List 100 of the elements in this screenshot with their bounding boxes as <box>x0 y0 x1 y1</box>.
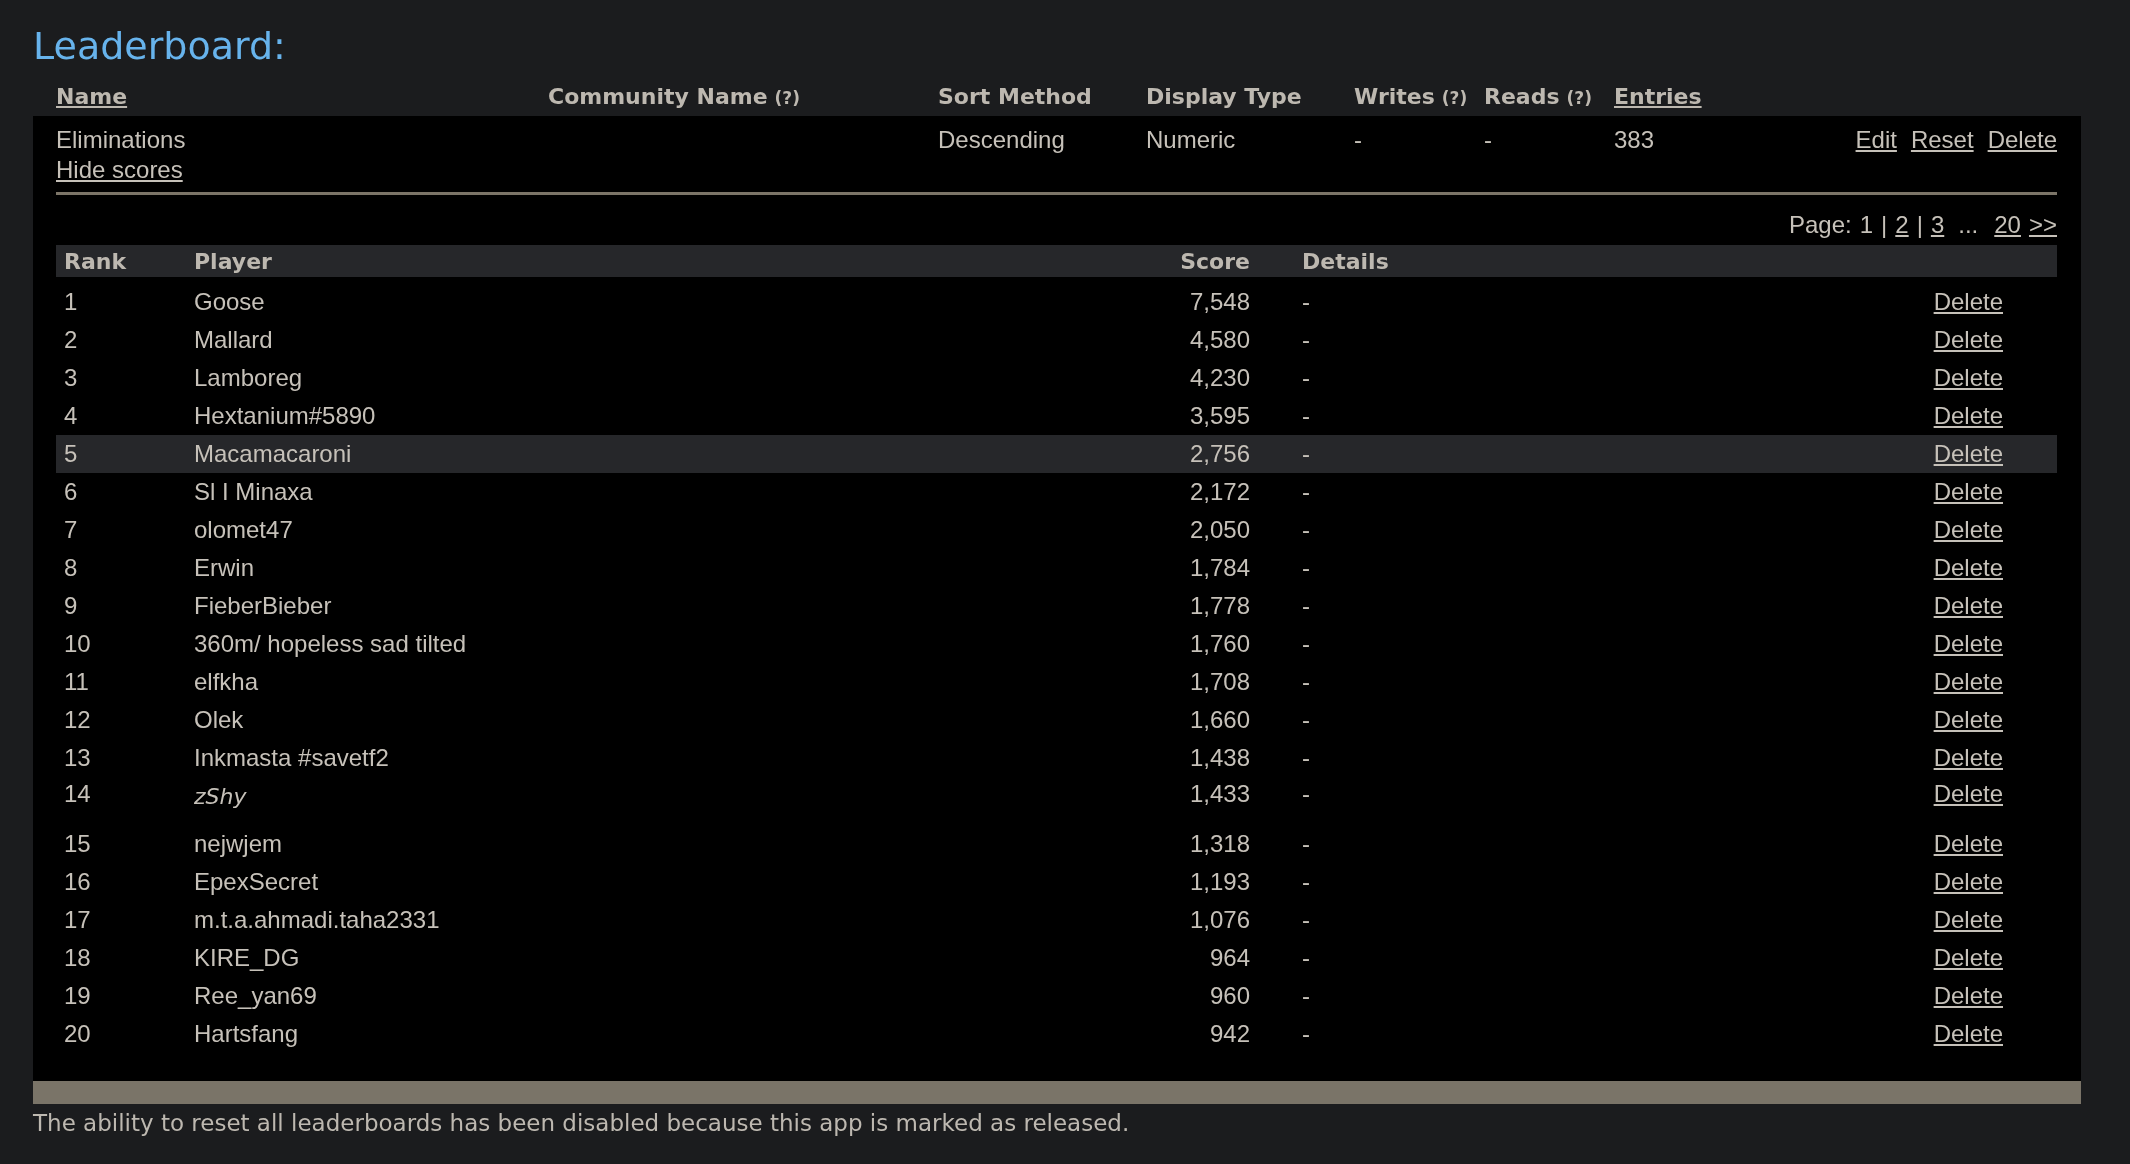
delete-score-link[interactable]: Delete <box>1933 440 2003 468</box>
delete-score-link[interactable]: Delete <box>1933 478 2003 506</box>
player-cell-text: m.t.a.ahmadi.taha2331 <box>194 906 441 934</box>
rank-cell-text: 7 <box>64 516 79 544</box>
page-label: Page: <box>1789 211 1852 239</box>
leaderboard-action-link[interactable]: Reset <box>1910 126 1974 154</box>
score-cell-text: 2,756 <box>1188 440 1250 468</box>
rank-cell-text: 17 <box>64 906 92 934</box>
help-link[interactable]: (?) <box>1566 87 1592 108</box>
details-cell-text: - <box>1302 830 1311 858</box>
player-cell-text: Inkmasta #savetf2 <box>194 744 390 772</box>
player-cell-text: FieberBieber <box>194 592 333 620</box>
player-cell-text: zShy <box>194 784 248 809</box>
rank-cell-text: 2 <box>64 326 79 354</box>
page-link[interactable]: 3 <box>1930 211 1945 239</box>
score-cell-text: 2,050 <box>1188 516 1250 544</box>
rank-cell-text: 20 <box>64 1020 92 1048</box>
score-cell-text: 1,076 <box>1188 906 1250 934</box>
details-cell-text: - <box>1302 668 1311 696</box>
leaderboard-action-link[interactable]: Delete <box>1987 126 2057 154</box>
entries-value: 383 <box>1614 126 1655 154</box>
details-cell-text: - <box>1302 592 1311 620</box>
delete-score-link[interactable]: Delete <box>1933 780 2003 808</box>
score-cell-text: 1,660 <box>1188 706 1250 734</box>
rank-cell-text: 5 <box>64 440 79 468</box>
details-cell-text: - <box>1302 706 1311 734</box>
delete-score-link[interactable]: Delete <box>1933 516 2003 544</box>
details-cell-text: - <box>1302 944 1311 972</box>
score-cell-text: 1,193 <box>1188 868 1250 896</box>
leaderboard-action-link[interactable]: Edit <box>1855 126 1897 154</box>
delete-score-link[interactable]: Delete <box>1933 326 2003 354</box>
details-cell-text: - <box>1302 906 1311 934</box>
delete-score-link[interactable]: Delete <box>1933 706 2003 734</box>
details-cell-text: - <box>1302 982 1311 1010</box>
player-cell-text: 360m/ hopeless sad tilted <box>194 630 468 658</box>
details-cell-text: - <box>1302 630 1311 658</box>
delete-score-link[interactable]: Delete <box>1933 554 2003 582</box>
score-cell-text: 1,778 <box>1188 592 1250 620</box>
column-sort-link[interactable]: Entries <box>1614 83 1702 109</box>
delete-score-link[interactable]: Delete <box>1933 906 2003 934</box>
delete-score-link[interactable]: Delete <box>1933 288 2003 316</box>
details-cell-text: - <box>1302 868 1311 896</box>
details-cell-text: - <box>1302 780 1311 808</box>
sort-method-value: Descending <box>938 126 1065 154</box>
last-page-link[interactable]: 20 <box>1994 211 2021 239</box>
details-cell-text: - <box>1302 326 1311 354</box>
score-cell-text: 4,230 <box>1188 364 1250 392</box>
help-link[interactable]: (?) <box>1441 87 1468 108</box>
column-header: Community Name <box>548 83 768 109</box>
player-cell-text: Macamacaroni <box>194 440 353 468</box>
page-link[interactable]: 2 <box>1895 211 1909 239</box>
delete-score-link[interactable]: Delete <box>1933 364 2003 392</box>
rank-cell-text: 12 <box>64 706 92 734</box>
page-separator: | <box>1881 211 1888 239</box>
delete-score-link[interactable]: Delete <box>1933 402 2003 430</box>
details-cell-text: - <box>1302 440 1311 468</box>
details-cell-text: - <box>1302 288 1311 316</box>
details-cell-text: - <box>1302 744 1311 772</box>
next-page-link[interactable]: >> <box>2028 211 2057 239</box>
column-sort-link[interactable]: Name <box>56 83 128 109</box>
rank-cell-text: 11 <box>64 668 90 696</box>
delete-score-link[interactable]: Delete <box>1933 982 2003 1010</box>
hide-scores-link[interactable]: Hide scores <box>56 156 183 184</box>
player-cell-text: KIRE_DG <box>194 944 301 972</box>
score-cell-text: 1,784 <box>1188 554 1250 582</box>
score-cell-text: 7,548 <box>1188 288 1250 316</box>
score-cell-text: 4,580 <box>1188 326 1250 354</box>
display-type-value: Numeric <box>1146 126 1236 154</box>
rank-cell-text: 16 <box>64 868 92 896</box>
player-cell-text: Olek <box>194 706 245 734</box>
rank-cell-text: 4 <box>64 402 79 430</box>
details-cell-text: - <box>1302 402 1311 430</box>
score-cell-text: 964 <box>1208 944 1250 972</box>
player-cell-text: Mallard <box>194 326 274 354</box>
column-header: Sort Method <box>938 83 1092 109</box>
rank-cell-text: 6 <box>64 478 79 506</box>
delete-score-link[interactable]: Delete <box>1933 630 2003 658</box>
page-separator: | <box>1916 211 1923 239</box>
column-header: Rank <box>64 248 128 274</box>
column-header: Details <box>1302 248 1390 274</box>
column-header: Score <box>1179 248 1250 274</box>
page-ellipsis: ... <box>1958 211 1979 239</box>
delete-score-link[interactable]: Delete <box>1933 1020 2003 1048</box>
delete-score-link[interactable]: Delete <box>1933 830 2003 858</box>
delete-score-link[interactable]: Delete <box>1933 592 2003 620</box>
delete-score-link[interactable]: Delete <box>1933 868 2003 896</box>
footer-note: The ability to reset all leaderboards has been disabled because this app is marked as released. <box>33 1110 1131 1136</box>
rank-cell-text: 18 <box>64 944 92 972</box>
delete-score-link[interactable]: Delete <box>1933 944 2003 972</box>
delete-score-link[interactable]: Delete <box>1933 744 2003 772</box>
rank-cell-text: 15 <box>64 830 92 858</box>
score-cell-text: 3,595 <box>1188 402 1250 430</box>
player-cell-text: nejwjem <box>194 830 284 858</box>
player-cell-text: EpexSecret <box>194 868 320 896</box>
details-cell-text: - <box>1302 364 1311 392</box>
delete-score-link[interactable]: Delete <box>1933 668 2003 696</box>
help-link[interactable]: (?) <box>774 87 800 108</box>
player-cell-text: elfkha <box>194 668 260 696</box>
rank-cell-text: 19 <box>64 982 92 1010</box>
player-cell-text: olomet47 <box>194 516 294 544</box>
